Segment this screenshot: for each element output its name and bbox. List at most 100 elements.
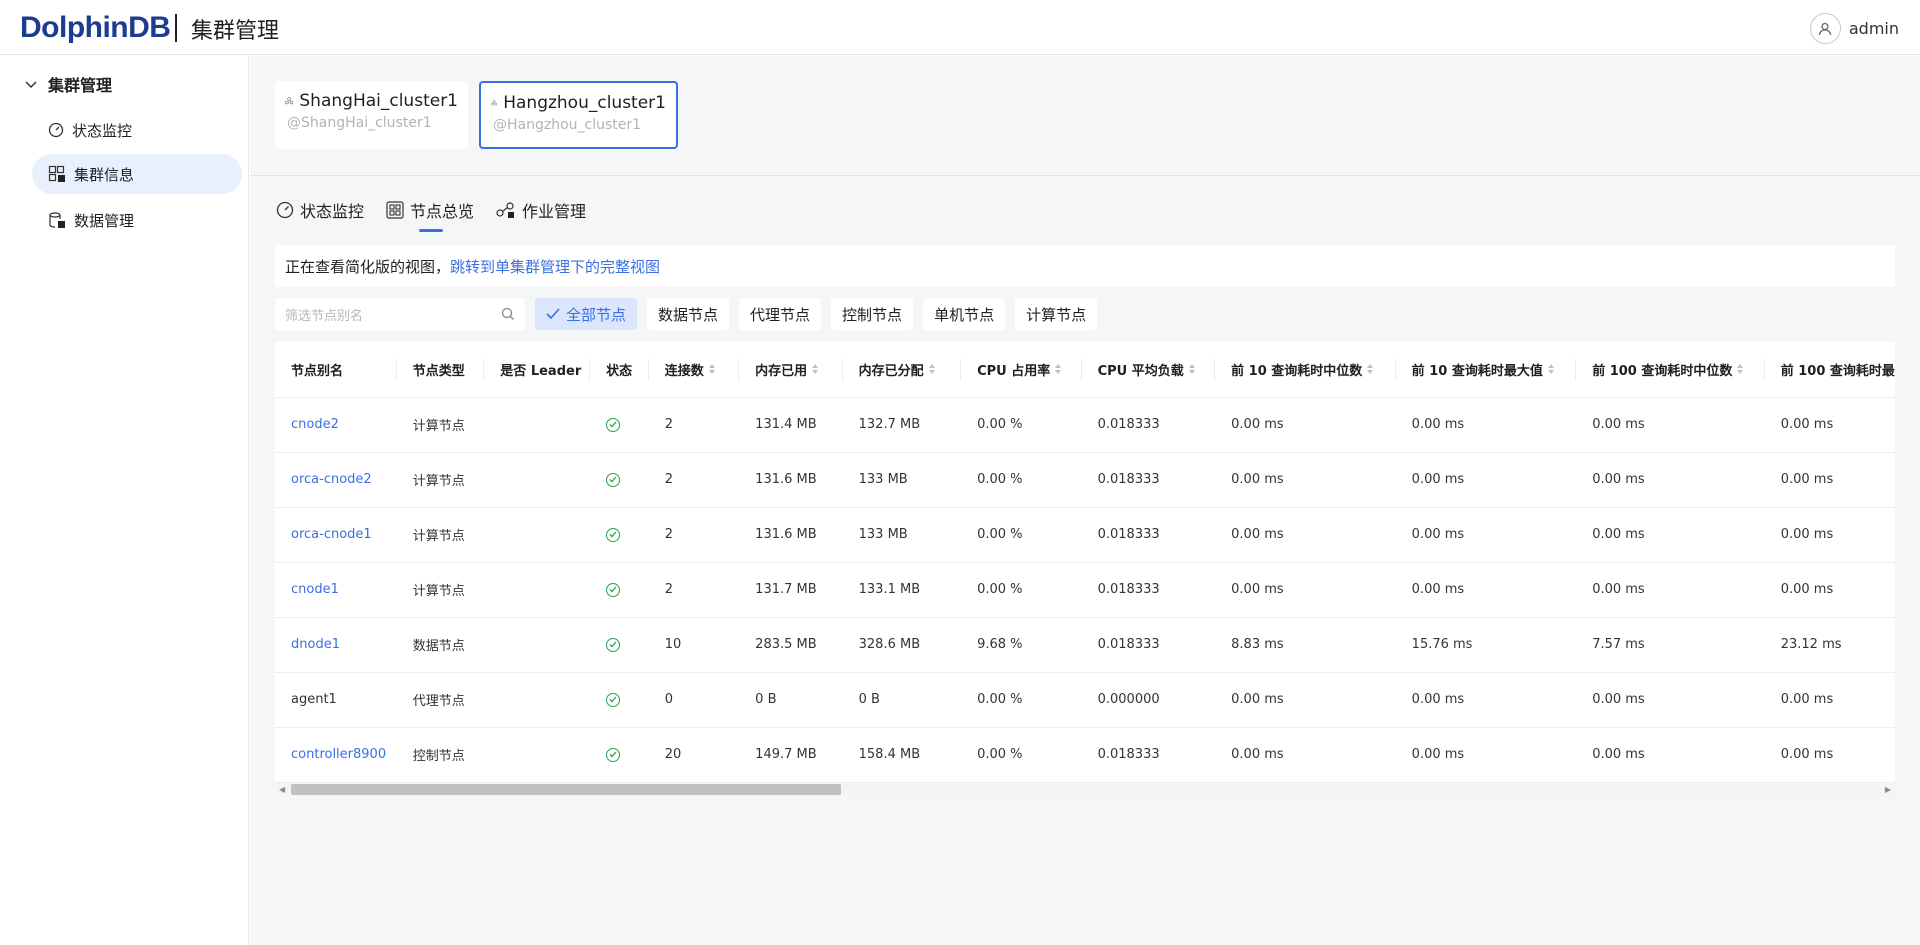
column-header[interactable]: 前 100 查询耗时中位数: [1576, 342, 1765, 398]
table-cell: 0.00 ms: [1395, 452, 1577, 508]
status-cell: [590, 672, 649, 728]
sidebar-item-data[interactable]: 数据管理: [32, 200, 242, 240]
table-row[interactable]: orca-cnode2 计算节点 2 131.6 MB 133 MB 0.00 % 0.01…: [275, 452, 1895, 508]
table-cell: 0.00 %: [961, 562, 1082, 618]
table-cell: 149.7 MB: [739, 727, 843, 783]
table-cell: 0.00 ms: [1576, 562, 1765, 618]
table-cell: 0.00 ms: [1395, 397, 1577, 453]
filter-compute-nodes[interactable]: 计算节点: [1015, 298, 1098, 330]
search-input[interactable]: 筛选节点别名: [275, 298, 525, 330]
node-alias-link[interactable]: orca-cnode1: [275, 507, 397, 563]
column-header-label: CPU 占用率: [977, 363, 1051, 379]
node-alias-link[interactable]: orca-cnode2: [275, 452, 397, 508]
node-alias-link[interactable]: cnode1: [275, 562, 397, 618]
status-cell: [590, 727, 649, 783]
table-cell: 8.83 ms: [1215, 617, 1396, 673]
column-header[interactable]: 前 10 查询耗时中位数: [1215, 342, 1396, 398]
sort-icon[interactable]: [708, 363, 716, 379]
table-row[interactable]: dnode1 数据节点 10 283.5 MB 328.6 MB 9.68 % 0.0183…: [275, 617, 1895, 673]
app-header: DolphinDB 集群管理 admin: [0, 0, 1920, 55]
sidebar-group-cluster[interactable]: 集群管理: [24, 72, 112, 96]
filter-agent-nodes[interactable]: 代理节点: [739, 298, 822, 330]
table-cell: 0.00 ms: [1215, 672, 1396, 728]
sort-icon[interactable]: [1736, 363, 1744, 379]
column-header[interactable]: 内存已分配: [842, 342, 962, 398]
sort-icon[interactable]: [811, 363, 819, 379]
user-menu[interactable]: admin: [1809, 13, 1899, 44]
table-cell: [484, 397, 591, 453]
column-header: 节点别名: [275, 342, 397, 398]
cluster-icon: [285, 97, 294, 105]
table-cell: 0.00 %: [961, 672, 1082, 728]
cluster-card-shanghai[interactable]: ShangHai_cluster1 @ShangHai_cluster1: [275, 81, 468, 149]
table-cell: 15.76 ms: [1395, 617, 1577, 673]
sort-icon[interactable]: [1366, 363, 1374, 379]
status-cell: [590, 507, 649, 563]
sidebar-item-cluster-info[interactable]: 集群信息: [32, 154, 242, 194]
table-cell: 0.00 ms: [1576, 727, 1765, 783]
sort-icon[interactable]: [928, 363, 936, 379]
horizontal-scrollbar[interactable]: ◀ ▶: [275, 783, 1895, 796]
dolphindb-logo[interactable]: DolphinDB: [20, 10, 171, 46]
table-cell: [484, 672, 591, 728]
column-header: 是否 Leader: [484, 342, 591, 398]
cluster-card-hangzhou[interactable]: Hangzhou_cluster1 @Hangzhou_cluster1: [479, 81, 678, 149]
sort-icon[interactable]: [1188, 363, 1196, 379]
table-cell: 7.57 ms: [1576, 617, 1765, 673]
column-header-label: 内存已用: [755, 363, 808, 379]
notice-text: 正在查看简化版的视图，: [285, 257, 451, 276]
column-header[interactable]: 前 10 查询耗时最大值: [1395, 342, 1577, 398]
column-header[interactable]: CPU 占用率: [961, 342, 1082, 398]
table-cell: 0.00 ms: [1576, 397, 1765, 453]
scroll-right-icon[interactable]: ▶: [1885, 785, 1891, 794]
table-row[interactable]: orca-cnode1 计算节点 2 131.6 MB 133 MB 0.00 % 0.01…: [275, 507, 1895, 563]
column-header-label: 内存已分配: [858, 363, 924, 379]
cluster-icon: [491, 100, 498, 106]
column-header: 前 100 查询耗时最: [1764, 342, 1895, 398]
chip-label: 代理节点: [750, 305, 811, 324]
status-ok-icon: [606, 692, 621, 707]
table-cell: 0.00 ms: [1395, 562, 1577, 618]
table-row[interactable]: cnode2 计算节点 2 131.4 MB 132.7 MB 0.00 % 0.01833…: [275, 397, 1895, 453]
scroll-left-icon[interactable]: ◀: [279, 785, 285, 794]
tab-status[interactable]: 状态监控: [276, 196, 364, 224]
table-cell: 0 B: [739, 672, 843, 728]
column-header[interactable]: 连接数: [648, 342, 740, 398]
table-cell: 0.00 ms: [1215, 507, 1396, 563]
filter-single-nodes[interactable]: 单机节点: [923, 298, 1006, 330]
table-cell: 20: [648, 727, 740, 783]
table-cell: 0.018333: [1081, 727, 1216, 783]
table-cell: 2: [648, 507, 740, 563]
node-alias-link[interactable]: controller8900: [275, 727, 397, 783]
node-alias-link[interactable]: cnode2: [275, 397, 397, 453]
column-header[interactable]: CPU 平均负载: [1081, 342, 1216, 398]
sort-icon[interactable]: [1547, 363, 1555, 379]
column-header-label: CPU 平均负载: [1097, 363, 1184, 379]
scrollbar-thumb[interactable]: [291, 784, 841, 795]
tab-label: 节点总览: [410, 202, 475, 221]
full-view-link[interactable]: 跳转到单集群管理下的完整视图: [450, 256, 660, 277]
sort-icon[interactable]: [1054, 363, 1062, 379]
database-icon: [49, 212, 65, 228]
filter-controller-nodes[interactable]: 控制节点: [831, 298, 914, 330]
table-row[interactable]: agent1 代理节点 0 0 B0 B 0.00 % 0.000000 0.00 ms 0.…: [275, 672, 1895, 728]
column-header-label: 节点别名: [291, 363, 344, 379]
filter-all-nodes[interactable]: 全部节点: [535, 298, 638, 330]
table-row[interactable]: controller8900 控制节点 20 149.7 MB 158.4 MB 0.00…: [275, 727, 1895, 783]
table-cell: 0.00 ms: [1576, 507, 1765, 563]
node-alias-link[interactable]: dnode1: [275, 617, 397, 673]
table-cell: 0.00 ms: [1764, 672, 1895, 728]
status-ok-icon: [606, 472, 621, 487]
column-header-label: 前 10 查询耗时中位数: [1231, 363, 1363, 379]
table-cell: 0.018333: [1081, 507, 1216, 563]
table-header-row: 节点别名 节点类型 是否 Leader 状态 连接数 内存已用 内存已分配 CPU 占用率 CP…: [275, 342, 1895, 398]
filter-data-nodes[interactable]: 数据节点: [647, 298, 730, 330]
column-header[interactable]: 内存已用: [739, 342, 843, 398]
cluster-alias: @Hangzhou_cluster1: [493, 117, 642, 133]
table-row[interactable]: cnode1 计算节点 2 131.7 MB 133.1 MB 0.00 % 0.01833…: [275, 562, 1895, 618]
grid-icon: [386, 201, 404, 219]
tab-jobs[interactable]: 作业管理: [496, 196, 586, 224]
table-cell: 133.1 MB: [842, 562, 962, 618]
sidebar-item-status[interactable]: 状态监控: [32, 110, 242, 150]
tab-nodes[interactable]: 节点总览: [386, 196, 475, 232]
